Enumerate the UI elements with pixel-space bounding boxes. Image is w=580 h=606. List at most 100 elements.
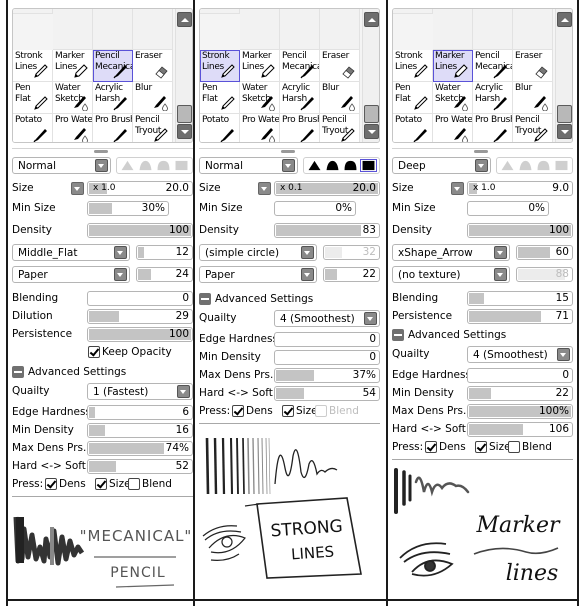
press-dens-checkbox[interactable]: Dens [425,441,466,453]
tool-cell[interactable]: Marker Lines [240,50,280,82]
slider[interactable]: 60 [516,245,573,260]
slider[interactable]: x 1.0 9.0 [467,181,573,196]
tool-cell[interactable]: Eraser [320,50,360,82]
advanced-settings-toggle[interactable]: Advanced Settings [392,329,506,341]
chevron-down-icon[interactable] [177,385,190,398]
texture-dropdown[interactable]: (no texture) [392,266,510,283]
chevron-down-icon[interactable] [494,246,507,259]
tool-cell[interactable]: Acrylic Harsh [280,82,320,114]
tool-cell[interactable]: Eraser [513,50,553,82]
tool-cell[interactable]: Pro Water [53,114,93,142]
tool-cell[interactable]: Blur [513,82,553,114]
empty-tool-slot[interactable] [473,9,513,50]
size-multiplier-dropdown[interactable] [451,182,464,195]
tool-cell[interactable]: Pro Water [433,114,473,142]
slider[interactable]: x 1.0 20.0 [87,181,193,196]
advanced-settings-toggle[interactable]: Advanced Settings [12,366,126,378]
tip-shape-flat-icon[interactable] [554,160,569,171]
tool-cell[interactable]: Blur [133,82,173,114]
tool-grid-scrollbar[interactable] [175,9,192,142]
scroll-thumb[interactable] [177,105,192,123]
tool-grid-scrollbar[interactable] [362,9,379,142]
panel-splitter[interactable] [392,148,573,154]
scroll-up-button[interactable] [557,12,572,27]
empty-tool-slot[interactable] [433,9,473,50]
brush-shape-dropdown[interactable]: xShape_Arrow [392,244,510,261]
blend-mode-dropdown[interactable]: Normal [199,157,298,174]
press-size-checkbox[interactable]: Size [282,405,318,417]
press-dens-checkbox[interactable]: Dens [45,478,86,490]
slider[interactable]: x 0.1 20.0 [274,181,380,196]
slider[interactable]: 71 [467,309,573,324]
slider[interactable]: 74% [87,441,193,456]
chevron-down-icon[interactable] [114,268,127,281]
texture-dropdown[interactable]: Paper [12,266,130,283]
advanced-settings-toggle[interactable]: Advanced Settings [199,293,313,305]
checkbox-icon[interactable] [128,478,140,490]
chevron-down-icon[interactable] [364,312,377,325]
tool-cell[interactable]: Stronk Lines [13,50,53,82]
chevron-down-icon[interactable] [301,246,314,259]
scroll-thumb[interactable] [364,105,379,123]
keep-opacity-checkbox[interactable]: Keep Opacity [88,346,172,358]
checkbox-icon[interactable] [88,346,100,358]
scroll-up-button[interactable] [364,12,379,27]
press-blend-checkbox[interactable]: Blend [315,405,359,417]
slider[interactable]: 83 [274,223,380,238]
scroll-down-button[interactable] [364,124,379,139]
tip-shape-flat-icon[interactable] [359,159,377,172]
tool-cell[interactable]: Potato [200,114,240,142]
tool-cell[interactable]: Blur [320,82,360,114]
scroll-down-button[interactable] [557,124,572,139]
tool-cell[interactable]: Water Sketch [433,82,473,114]
checkbox-icon[interactable] [475,441,487,453]
slider[interactable]: 54 [274,386,380,401]
tip-shape-round-icon[interactable] [343,160,358,171]
slider[interactable]: 100 [467,223,573,238]
chevron-down-icon[interactable] [114,246,127,259]
size-multiplier-dropdown[interactable] [258,182,271,195]
tool-cell[interactable]: Pencil Mecanica [473,50,513,82]
tool-cell[interactable]: Pen Flat [13,82,53,114]
tool-cell[interactable]: Water Sketch [53,82,93,114]
slider[interactable]: 6 [87,405,193,420]
slider[interactable]: 15 [467,291,573,306]
blend-mode-dropdown[interactable]: Deep [392,157,491,174]
slider[interactable]: 29 [87,309,193,324]
quality-dropdown[interactable]: 4 (Smoothest) [467,346,573,363]
checkbox-icon[interactable] [282,405,294,417]
slider[interactable]: 0% [467,201,549,216]
tool-cell[interactable]: Pro Brush [280,114,320,142]
tool-cell[interactable]: Pencil Tryout [320,114,360,142]
empty-tool-slot[interactable] [280,9,320,50]
panel-splitter[interactable] [12,148,193,154]
empty-tool-slot[interactable] [513,9,553,50]
blend-mode-dropdown[interactable]: Normal [12,157,111,174]
tool-cell[interactable]: Acrylic Harsh [93,82,133,114]
tool-cell[interactable]: Marker Lines [433,50,473,82]
chevron-down-icon[interactable] [95,159,108,172]
tip-shape-bell-icon[interactable] [138,160,153,171]
tip-shape-flat-icon[interactable] [174,160,189,171]
tool-grid-scrollbar[interactable] [555,9,572,142]
slider[interactable]: 22 [323,267,380,282]
tip-shape-triangle-icon[interactable] [500,160,515,171]
tool-cell[interactable]: Marker Lines [53,50,93,82]
tool-cell[interactable]: Pro Brush [473,114,513,142]
empty-tool-slot[interactable] [200,9,240,14]
brush-shape-dropdown[interactable]: Middle_Flat [12,244,130,261]
tool-cell[interactable]: Pencil Mecanica [93,50,133,82]
slider[interactable]: 100 [87,327,193,342]
slider[interactable]: 100 [87,223,193,238]
chevron-down-icon[interactable] [494,268,507,281]
slider[interactable]: 0 [274,332,380,347]
tip-shape-triangle-icon[interactable] [120,160,135,171]
checkbox-icon[interactable] [315,405,327,417]
scroll-thumb[interactable] [557,105,572,123]
slider[interactable]: 16 [87,423,193,438]
tool-cell[interactable]: Pencil Mecanica [280,50,320,82]
slider[interactable]: 0 [467,368,573,383]
tool-cell[interactable]: Water Sketch [240,82,280,114]
slider[interactable]: 52 [87,459,193,474]
tool-cell[interactable]: Stronk Lines [393,50,433,82]
